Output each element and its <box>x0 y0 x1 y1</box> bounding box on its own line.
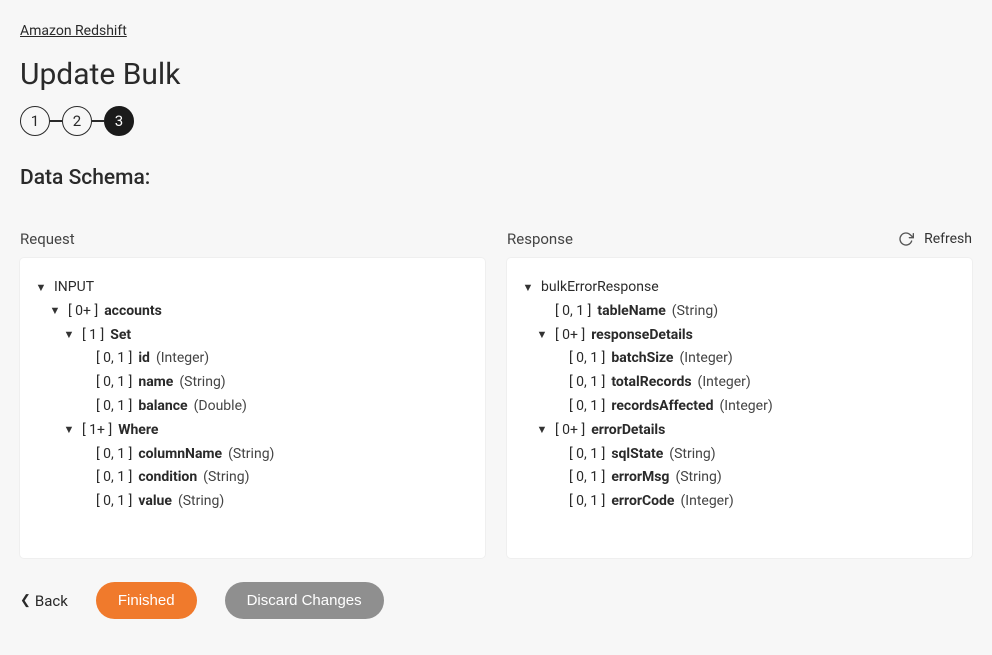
field-type: (Integer) <box>679 347 732 371</box>
refresh-label: Refresh <box>924 231 972 247</box>
cardinality: [ 0, 1 ] <box>96 347 132 371</box>
cardinality: [ 0, 1 ] <box>96 395 132 419</box>
step-3[interactable]: 3 <box>104 106 134 136</box>
field-name: tableName <box>597 300 665 324</box>
discard-changes-button[interactable]: Discard Changes <box>225 582 384 619</box>
tree-node-bulkerror: bulkErrorResponse <box>541 276 659 300</box>
tree-node-errordetails: errorDetails <box>591 419 665 443</box>
response-schema-card: ▼ bulkErrorResponse [ 0, 1 ] tableName (… <box>507 258 972 558</box>
breadcrumb[interactable]: Amazon Redshift <box>20 23 127 39</box>
cardinality: [ 0, 1 ] <box>96 490 132 514</box>
field-name: batchSize <box>611 347 673 371</box>
refresh-button[interactable]: Refresh <box>898 231 972 247</box>
cardinality: [ 1 ] <box>82 324 104 348</box>
field-type: (Integer) <box>680 490 733 514</box>
field-type: (Integer) <box>719 395 772 419</box>
tree-node-responsedetails: responseDetails <box>591 324 693 348</box>
back-label: Back <box>35 592 68 610</box>
step-connector <box>50 120 62 122</box>
chevron-down-icon[interactable]: ▼ <box>62 421 76 440</box>
chevron-left-icon: ❮ <box>20 593 31 608</box>
section-title: Data Schema: <box>20 166 972 190</box>
cardinality: [ 0, 1 ] <box>569 490 605 514</box>
field-type: (Integer) <box>698 371 751 395</box>
back-button[interactable]: ❮ Back <box>20 592 68 610</box>
field-type: (String) <box>672 300 718 324</box>
cardinality: [ 0, 1 ] <box>569 466 605 490</box>
tree-node-set: Set <box>110 324 131 348</box>
cardinality: [ 0+ ] <box>555 324 585 348</box>
field-type: (Double) <box>194 395 247 419</box>
field-name: balance <box>138 395 187 419</box>
field-name: value <box>138 490 172 514</box>
step-2[interactable]: 2 <box>62 106 92 136</box>
field-type: (String) <box>203 466 249 490</box>
tree-node-where: Where <box>118 419 158 443</box>
finished-button[interactable]: Finished <box>96 582 197 619</box>
cardinality: [ 0, 1 ] <box>96 371 132 395</box>
cardinality: [ 0, 1 ] <box>569 395 605 419</box>
field-type: (String) <box>179 371 225 395</box>
field-name: errorCode <box>611 490 674 514</box>
tree-node-accounts: accounts <box>104 300 162 324</box>
field-type: (String) <box>178 490 224 514</box>
cardinality: [ 0+ ] <box>68 300 98 324</box>
field-name: recordsAffected <box>611 395 713 419</box>
step-connector <box>92 120 104 122</box>
request-schema-card: ▼ INPUT ▼ [ 0+ ] accounts ▼ [ 1 ] Set [ … <box>20 258 485 558</box>
cardinality: [ 0, 1 ] <box>569 443 605 467</box>
field-name: name <box>138 371 173 395</box>
field-type: (String) <box>228 443 274 467</box>
cardinality: [ 0, 1 ] <box>555 300 591 324</box>
field-name: totalRecords <box>611 371 691 395</box>
field-name: id <box>138 347 150 371</box>
refresh-icon <box>898 231 914 247</box>
cardinality: [ 0, 1 ] <box>96 443 132 467</box>
field-type: (String) <box>675 466 721 490</box>
chevron-down-icon[interactable]: ▼ <box>535 421 549 440</box>
field-name: errorMsg <box>611 466 669 490</box>
field-type: (Integer) <box>156 347 209 371</box>
stepper: 1 2 3 <box>20 106 972 136</box>
cardinality: [ 0, 1 ] <box>96 466 132 490</box>
chevron-down-icon[interactable]: ▼ <box>48 302 62 321</box>
cardinality: [ 0+ ] <box>555 419 585 443</box>
cardinality: [ 1+ ] <box>82 419 112 443</box>
page-title: Update Bulk <box>20 57 972 92</box>
field-name: condition <box>138 466 197 490</box>
field-type: (String) <box>669 443 715 467</box>
request-label: Request <box>20 230 75 248</box>
chevron-down-icon[interactable]: ▼ <box>535 326 549 345</box>
field-name: sqlState <box>611 443 663 467</box>
response-label: Response <box>507 230 573 248</box>
cardinality: [ 0, 1 ] <box>569 371 605 395</box>
cardinality: [ 0, 1 ] <box>569 347 605 371</box>
step-1[interactable]: 1 <box>20 106 50 136</box>
chevron-down-icon[interactable]: ▼ <box>62 326 76 345</box>
chevron-down-icon[interactable]: ▼ <box>521 279 535 298</box>
chevron-down-icon[interactable]: ▼ <box>34 279 48 298</box>
tree-node-input: INPUT <box>54 276 94 300</box>
field-name: columnName <box>138 443 222 467</box>
